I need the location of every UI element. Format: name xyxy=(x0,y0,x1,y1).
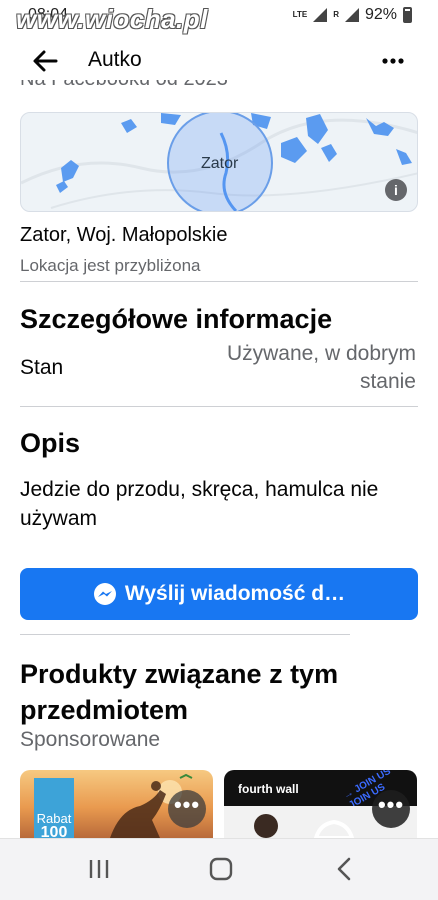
recent-apps-icon[interactable] xyxy=(88,858,110,880)
condition-label: Stan xyxy=(20,356,64,379)
status-icons: LTE R 92% xyxy=(293,6,412,24)
promo-tag: Rabat 100 xyxy=(34,778,74,838)
watermark: www.wiocha.pl xyxy=(16,4,208,34)
description-text: Jedzie do przodu, skręca, hamulca nie uż… xyxy=(20,478,379,530)
card-more-button[interactable]: ••• xyxy=(168,790,206,828)
system-nav-bar xyxy=(0,838,438,900)
info-icon[interactable]: i xyxy=(385,179,407,201)
location-name: Zator, Woj. Małopolskie xyxy=(20,224,228,246)
battery-icon xyxy=(403,7,412,23)
details-title: Szczegółowe informacje xyxy=(20,304,333,334)
signal-icon xyxy=(313,8,328,22)
location-note: Lokacja jest przybliżona xyxy=(20,256,201,275)
sponsored-card[interactable]: Rabat 100 ••• xyxy=(20,770,213,838)
promo-tag-line-2: 100 xyxy=(40,824,68,839)
sponsored-card[interactable]: fourth wall → JOIN US → JOIN US ••• xyxy=(224,770,417,838)
signal-icon-2 xyxy=(344,8,359,22)
map-city-label: Zator xyxy=(201,155,239,172)
member-since-line: Na Facebooku od 2023 xyxy=(20,80,228,100)
condition-value: Używane, w dobrym stanie xyxy=(226,342,416,393)
page-title: Autko xyxy=(88,48,142,71)
send-message-label: Wyślij wiadomość d… xyxy=(124,582,346,605)
status-bar: 08:04 www.wiocha.pl LTE R 92% xyxy=(0,0,438,34)
battery-percent: 92% xyxy=(364,6,397,23)
arrow-left-icon[interactable] xyxy=(30,46,60,76)
card-more-button[interactable]: ••• xyxy=(372,790,410,828)
description-title: Opis xyxy=(20,428,81,458)
location-map[interactable]: Zator i xyxy=(20,112,418,212)
send-message-button[interactable]: Wyślij wiadomość d… xyxy=(20,568,418,620)
messenger-icon xyxy=(93,583,116,605)
roaming-label: R xyxy=(333,10,339,19)
more-dots-icon[interactable] xyxy=(378,48,408,74)
divider xyxy=(20,406,418,407)
divider xyxy=(20,281,418,282)
home-icon[interactable] xyxy=(209,857,233,881)
divider xyxy=(20,634,350,635)
related-products-title: Produkty związane z tym przedmiotem xyxy=(20,659,339,725)
back-chevron-icon[interactable] xyxy=(334,857,354,881)
sponsored-label: Sponsorowane xyxy=(20,728,161,751)
member-since-text: Na Facebooku od 2023 xyxy=(20,80,228,91)
network-lte-label: LTE xyxy=(292,10,308,19)
